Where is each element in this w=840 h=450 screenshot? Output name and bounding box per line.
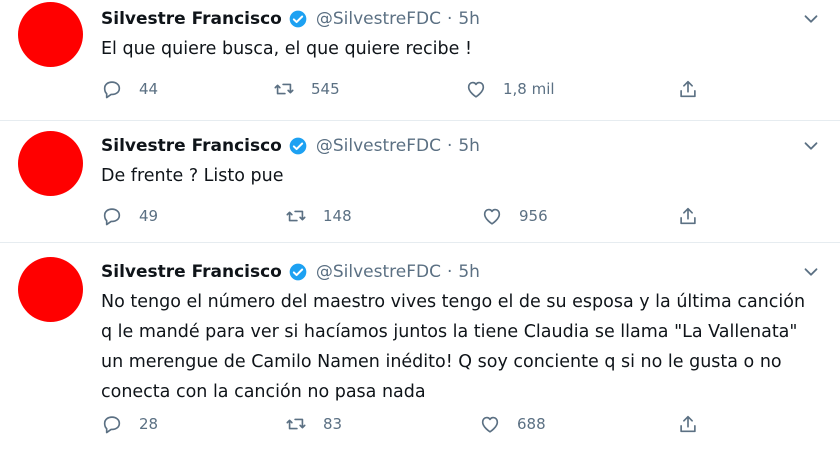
tweet-actions: 49 148 956: [101, 203, 721, 229]
reply-icon: [103, 81, 121, 99]
timestamp[interactable]: 5h: [458, 262, 480, 282]
timestamp[interactable]: 5h: [458, 136, 480, 156]
tweet-actions: 28 83 688: [101, 411, 721, 437]
chevron-down-icon[interactable]: [800, 261, 822, 283]
tweet[interactable]: Silvestre Francisco @SilvestreFDC · 5h N…: [0, 243, 840, 450]
tweet[interactable]: Silvestre Francisco @SilvestreFDC · 5h E…: [0, 0, 840, 120]
retweet-count: 83: [323, 415, 343, 433]
timestamp[interactable]: 5h: [458, 9, 480, 29]
reply-count: 49: [139, 207, 159, 225]
retweet-button[interactable]: 83: [285, 411, 342, 437]
verified-badge-icon: [289, 137, 307, 155]
reply-count: 28: [139, 415, 159, 433]
like-button[interactable]: 1,8 mil: [465, 76, 555, 102]
avatar[interactable]: [18, 131, 83, 196]
share-button[interactable]: [677, 411, 699, 437]
retweet-count: 545: [311, 80, 340, 98]
share-icon: [680, 207, 696, 225]
separator-dot: ·: [446, 9, 453, 29]
share-icon: [680, 415, 696, 433]
reply-icon: [103, 208, 121, 226]
avatar[interactable]: [18, 2, 83, 67]
tweet-text: No tengo el número del maestro vives ten…: [101, 292, 806, 402]
retweet-icon: [286, 418, 306, 430]
retweet-button[interactable]: 545: [273, 76, 340, 102]
like-icon: [483, 208, 501, 225]
author-handle[interactable]: @SilvestreFDC: [316, 262, 441, 282]
reply-button[interactable]: 49: [101, 203, 158, 229]
chevron-down-icon[interactable]: [800, 135, 822, 157]
retweet-button[interactable]: 148: [285, 203, 352, 229]
like-icon: [481, 416, 499, 433]
reply-count: 44: [139, 80, 159, 98]
like-count: 956: [519, 207, 548, 225]
share-button[interactable]: [677, 203, 699, 229]
tweet-text: De frente ? Listo pue: [101, 166, 284, 186]
tweet-text: El que quiere busca, el que quiere recib…: [101, 39, 472, 59]
retweet-icon: [274, 83, 294, 95]
separator-dot: ·: [446, 136, 453, 156]
separator-dot: ·: [446, 262, 453, 282]
tweet-header: Silvestre Francisco @SilvestreFDC · 5h: [101, 4, 480, 34]
like-count: 1,8 mil: [503, 80, 555, 98]
like-button[interactable]: 956: [481, 203, 548, 229]
like-icon: [467, 81, 485, 98]
share-icon: [680, 80, 696, 98]
reply-button[interactable]: 44: [101, 76, 158, 102]
author-name[interactable]: Silvestre Francisco: [101, 262, 282, 282]
reply-button[interactable]: 28: [101, 411, 158, 437]
avatar[interactable]: [18, 257, 83, 322]
tweet[interactable]: Silvestre Francisco @SilvestreFDC · 5h D…: [0, 121, 840, 242]
share-button[interactable]: [677, 76, 699, 102]
author-handle[interactable]: @SilvestreFDC: [316, 9, 441, 29]
tweet-feed: Silvestre Francisco @SilvestreFDC · 5h E…: [0, 0, 840, 450]
author-handle[interactable]: @SilvestreFDC: [316, 136, 441, 156]
verified-badge-icon: [289, 263, 307, 281]
like-button[interactable]: 688: [479, 411, 546, 437]
tweet-header: Silvestre Francisco @SilvestreFDC · 5h: [101, 131, 480, 161]
author-name[interactable]: Silvestre Francisco: [101, 136, 282, 156]
like-count: 688: [517, 415, 546, 433]
tweet-header: Silvestre Francisco @SilvestreFDC · 5h: [101, 257, 480, 287]
retweet-count: 148: [323, 207, 352, 225]
verified-badge-icon: [289, 10, 307, 28]
retweet-icon: [286, 210, 306, 222]
reply-icon: [103, 416, 121, 434]
tweet-actions: 44 545 1,8 mil: [101, 76, 721, 102]
author-name[interactable]: Silvestre Francisco: [101, 9, 282, 29]
chevron-down-icon[interactable]: [800, 8, 822, 30]
